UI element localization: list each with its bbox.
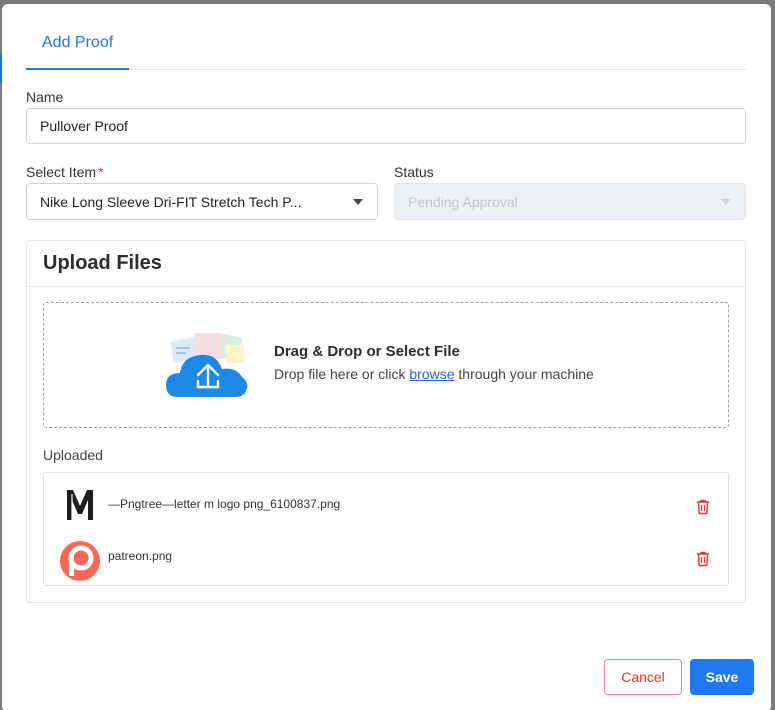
list-item: —Pngtree—letter m logo png_6100837.png: [44, 477, 728, 527]
trash-icon[interactable]: [696, 499, 710, 515]
patreon-logo-icon: [58, 539, 102, 583]
select-item-label: Select Item *: [26, 164, 103, 180]
item-select-value: Nike Long Sleeve Dri-FIT Stretch Tech P.…: [40, 193, 302, 210]
name-label: Name: [26, 89, 64, 105]
list-item: patreon.png: [44, 533, 728, 583]
modal-tab-bar: Add Proof: [26, 4, 746, 70]
dropzone-sub-text: Drop file here or click: [274, 366, 406, 382]
status-select: Pending Approval: [394, 183, 746, 220]
letter-m-logo-icon: [58, 483, 102, 527]
chevron-down-icon: [721, 199, 731, 205]
status-select-value: Pending Approval: [408, 193, 518, 210]
required-mark: *: [98, 164, 104, 180]
save-button[interactable]: Save: [690, 659, 754, 695]
dropzone-title: Drag & Drop or Select File: [274, 343, 460, 360]
uploaded-label: Uploaded: [43, 447, 103, 463]
select-item-label-text: Select Item: [26, 164, 97, 180]
upload-files-card: Upload Files Drag & Drop or Select File …: [26, 240, 746, 603]
upload-files-title: Upload Files: [27, 241, 745, 287]
name-field[interactable]: Pullover Proof: [26, 108, 746, 144]
browse-link[interactable]: browse: [409, 366, 454, 382]
trash-icon[interactable]: [696, 551, 710, 567]
file-name: —Pngtree—letter m logo png_6100837.png: [108, 497, 341, 511]
file-name: patreon.png: [108, 549, 173, 563]
add-proof-modal: Add Proof Name Pullover Proof Select Ite…: [2, 4, 771, 710]
uploaded-file-list: —Pngtree—letter m logo png_6100837.png p…: [43, 472, 729, 586]
dropzone-sub-text-2: through your machine: [458, 366, 594, 382]
cloud-upload-icon: [164, 331, 254, 403]
status-label: Status: [394, 164, 434, 180]
name-field-value: Pullover Proof: [40, 118, 128, 134]
item-select[interactable]: Nike Long Sleeve Dri-FIT Stretch Tech P.…: [26, 183, 378, 220]
tab-add-proof[interactable]: Add Proof: [26, 34, 130, 70]
cancel-button[interactable]: Cancel: [604, 659, 682, 695]
dropzone-subtitle: Drop file here or click browse through y…: [274, 366, 594, 382]
chevron-down-icon: [353, 199, 363, 205]
file-dropzone[interactable]: Drag & Drop or Select File Drop file her…: [43, 302, 729, 428]
